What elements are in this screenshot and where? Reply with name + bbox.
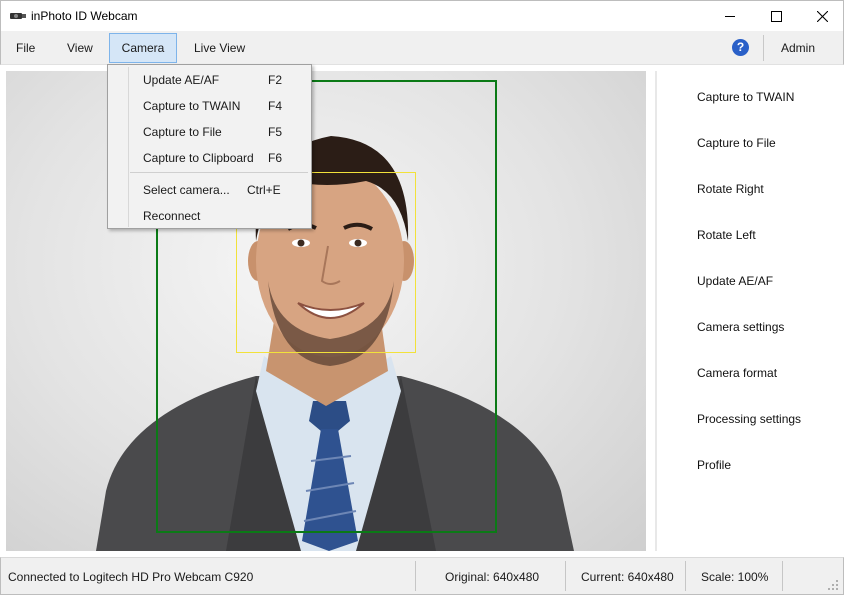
menu-view[interactable]: View xyxy=(57,33,103,63)
menu-item-label: Capture to Clipboard xyxy=(143,151,254,165)
menu-item-shortcut: F4 xyxy=(268,99,283,113)
rotate-left-button[interactable]: Rotate Left xyxy=(697,228,756,242)
menu-item-label: Update AE/AF xyxy=(143,73,220,87)
status-bar: Connected to Logitech HD Pro Webcam C920… xyxy=(0,557,844,595)
maximize-button[interactable] xyxy=(753,1,799,32)
update-ae-af-button[interactable]: Update AE/AF xyxy=(697,274,773,288)
menu-item-label: Select camera... xyxy=(143,183,230,197)
capture-to-file-button[interactable]: Capture to File xyxy=(697,136,776,150)
menu-file[interactable]: File xyxy=(6,33,45,63)
menu-item-label: Capture to File xyxy=(143,125,222,139)
menu-item-reconnect[interactable]: Reconnect xyxy=(110,203,309,227)
original-resolution: Original: 640x480 xyxy=(445,570,540,584)
menu-separator xyxy=(763,35,764,61)
menu-item-shortcut: F5 xyxy=(268,125,283,139)
action-panel: Capture to TWAIN Capture to File Rotate … xyxy=(655,71,844,551)
maximize-icon xyxy=(770,11,782,22)
menu-item-capture-to-twain[interactable]: Capture to TWAIN F4 xyxy=(110,93,309,117)
menu-item-select-camera[interactable]: Select camera... Ctrl+E xyxy=(110,177,309,201)
connection-status: Connected to Logitech HD Pro Webcam C920 xyxy=(8,570,254,584)
resize-grip-icon[interactable] xyxy=(827,579,839,591)
camera-format-button[interactable]: Camera format xyxy=(697,366,777,380)
capture-to-twain-button[interactable]: Capture to TWAIN xyxy=(697,90,794,104)
close-button[interactable] xyxy=(799,1,844,32)
menu-item-shortcut: Ctrl+E xyxy=(247,183,281,197)
rotate-right-button[interactable]: Rotate Right xyxy=(697,182,764,196)
profile-button[interactable]: Profile xyxy=(697,458,731,472)
current-resolution: Current: 640x480 xyxy=(581,570,674,584)
menu-item-shortcut: F2 xyxy=(268,73,283,87)
minimize-button[interactable] xyxy=(707,1,753,32)
menu-camera[interactable]: Camera xyxy=(109,33,177,63)
menu-item-update-ae-af[interactable]: Update AE/AF F2 xyxy=(110,67,309,91)
menu-item-shortcut: F6 xyxy=(268,151,283,165)
camera-settings-button[interactable]: Camera settings xyxy=(697,320,784,334)
close-icon xyxy=(816,11,828,22)
help-icon[interactable]: ? xyxy=(732,39,749,56)
status-separator xyxy=(685,561,686,591)
menu-bar: File View Camera Live View ? Admin xyxy=(0,31,844,65)
title-bar: inPhoto ID Webcam xyxy=(0,0,844,31)
menu-separator xyxy=(130,172,308,173)
menu-item-label: Capture to TWAIN xyxy=(143,99,241,113)
menu-item-label: Reconnect xyxy=(143,209,201,223)
status-separator xyxy=(565,561,566,591)
menu-live-view[interactable]: Live View xyxy=(184,33,255,63)
minimize-icon xyxy=(724,16,735,17)
camera-menu-dropdown: Update AE/AF F2 Capture to TWAIN F4 Capt… xyxy=(107,64,312,229)
menu-admin[interactable]: Admin xyxy=(771,33,825,63)
webcam-app-icon xyxy=(10,13,26,19)
menu-item-capture-to-file[interactable]: Capture to File F5 xyxy=(110,119,309,143)
menu-item-capture-to-clipboard[interactable]: Capture to Clipboard F6 xyxy=(110,145,309,169)
scale-readout: Scale: 100% xyxy=(701,570,769,584)
processing-settings-button[interactable]: Processing settings xyxy=(697,412,801,426)
status-separator xyxy=(415,561,416,591)
status-separator xyxy=(782,561,783,591)
camera-preview[interactable] xyxy=(6,71,646,551)
window-title: inPhoto ID Webcam xyxy=(31,9,138,23)
